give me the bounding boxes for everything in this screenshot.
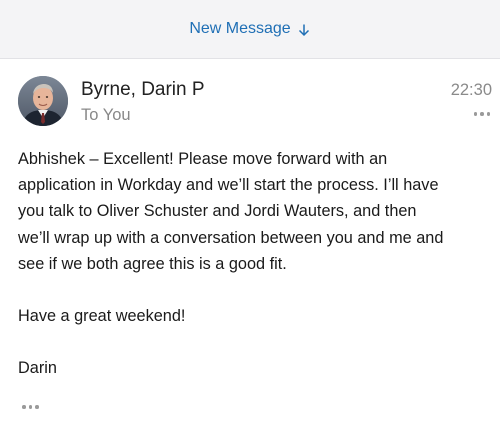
arrow-down-icon xyxy=(298,24,309,36)
body-line: see if we both agree this is a good fit. xyxy=(18,254,287,273)
new-message-banner: New Message xyxy=(0,0,500,59)
ellipsis-icon[interactable] xyxy=(473,112,490,116)
recipient-label: To You xyxy=(81,106,131,124)
message-body: Abhishek – Excellent! Please move forwar… xyxy=(18,146,496,381)
new-message-button[interactable]: New Message xyxy=(189,20,310,38)
sender-name[interactable]: Byrne, Darin P xyxy=(81,79,205,101)
body-line: application in Workday and we’ll start t… xyxy=(18,176,439,195)
body-line: we’ll wrap up with a conversation betwee… xyxy=(18,228,444,247)
new-message-label: New Message xyxy=(189,20,291,37)
body-line: you talk to Oliver Schuster and Jordi Wa… xyxy=(18,202,417,221)
avatar[interactable] xyxy=(18,76,68,126)
closing-line: Have a great weekend! xyxy=(18,307,186,326)
avatar-photo xyxy=(18,76,68,126)
message-time: 22:30 xyxy=(450,81,492,99)
body-line: Abhishek – Excellent! Please move forwar… xyxy=(18,150,388,168)
show-more-icon[interactable] xyxy=(22,405,39,409)
signature: Darin xyxy=(18,359,57,378)
